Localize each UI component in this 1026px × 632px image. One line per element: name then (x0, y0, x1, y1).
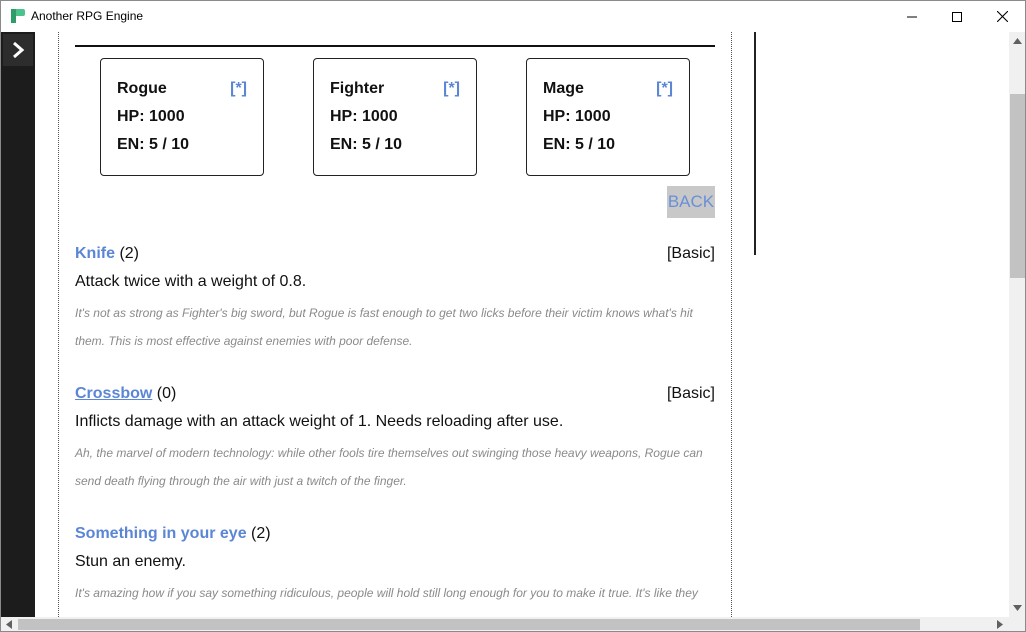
content-area: Rogue [*] HP: 1000 EN: 5 / 10 Fighter [*… (35, 32, 1009, 617)
minimize-icon (907, 16, 917, 17)
skill-count: (2) (119, 245, 140, 262)
side-panel-divider (754, 32, 756, 255)
column-divider-right (731, 32, 732, 617)
skill-name-link[interactable]: Knife (75, 245, 115, 262)
skill-description: Attack twice with a weight of 0.8. (75, 273, 307, 290)
skill-tag: [Basic] (666, 385, 715, 402)
column-divider-left (58, 32, 59, 617)
scrollbar-corner (1009, 617, 1025, 631)
character-en: EN: 5 / 10 (543, 136, 616, 153)
skill-tag: [Basic] (666, 245, 715, 262)
scroll-down-icon (1013, 605, 1022, 611)
skill-count: (2) (251, 525, 271, 542)
vertical-scroll-thumb[interactable] (1010, 94, 1025, 278)
skill-flavor-text: Ah, the marvel of modern technology: whi… (75, 446, 703, 488)
character-select-link[interactable]: [*] (443, 80, 460, 98)
minimize-button[interactable] (889, 1, 935, 32)
character-name: Rogue (117, 80, 167, 97)
horizontal-scroll-thumb[interactable] (18, 619, 920, 630)
skill-name-link[interactable]: Something in your eye (75, 525, 247, 542)
sidebar-expand-button[interactable] (3, 34, 33, 66)
skill-description: Stun an enemy. (75, 553, 186, 570)
maximize-button[interactable] (934, 1, 980, 32)
character-en: EN: 5 / 10 (117, 136, 190, 153)
window-title: Another RPG Engine (31, 9, 144, 23)
sidebar (1, 32, 35, 617)
skill-name-link[interactable]: Crossbow (75, 385, 152, 402)
app-window: Another RPG Engine Rogue [*] HP: 1000 EN… (0, 0, 1026, 632)
character-name: Mage (543, 80, 584, 97)
character-hp: HP: 1000 (330, 108, 398, 125)
character-en: EN: 5 / 10 (330, 136, 403, 153)
skill-flavor-text: It's not as strong as Fighter's big swor… (75, 306, 693, 348)
chevron-right-icon (13, 41, 25, 59)
character-hp: HP: 1000 (543, 108, 611, 125)
skill-count: (0) (156, 385, 177, 402)
scroll-left-icon (6, 620, 12, 629)
character-select-link[interactable]: [*] (656, 80, 673, 98)
skill-item-knife: Knife (2) [Basic] Attack twice with a we… (75, 245, 715, 355)
character-name: Fighter (330, 80, 385, 97)
scroll-right-icon (997, 620, 1003, 629)
header-rule (75, 45, 715, 47)
close-button[interactable] (979, 1, 1025, 32)
character-card-rogue: Rogue [*] HP: 1000 EN: 5 / 10 (100, 58, 264, 176)
scroll-up-icon (1013, 38, 1022, 44)
character-card-mage: Mage [*] HP: 1000 EN: 5 / 10 (526, 58, 690, 176)
maximize-icon (952, 11, 962, 22)
skill-flavor-text: It's amazing how if you say something ri… (75, 586, 698, 600)
close-icon (996, 11, 1008, 22)
vertical-scrollbar[interactable] (1009, 32, 1025, 617)
skill-item-something-in-your-eye: Something in your eye (2) Stun an enemy.… (75, 525, 715, 607)
skill-item-crossbow: Crossbow (0) [Basic] Inflicts damage wit… (75, 385, 715, 495)
app-logo-icon (10, 8, 26, 24)
character-card-fighter: Fighter [*] HP: 1000 EN: 5 / 10 (313, 58, 477, 176)
title-bar: Another RPG Engine (1, 1, 1025, 32)
skill-description: Inflicts damage with an attack weight of… (75, 413, 564, 430)
character-hp: HP: 1000 (117, 108, 185, 125)
back-button[interactable]: BACK (667, 186, 715, 218)
horizontal-scrollbar[interactable] (1, 617, 1009, 631)
character-select-link[interactable]: [*] (230, 80, 247, 98)
